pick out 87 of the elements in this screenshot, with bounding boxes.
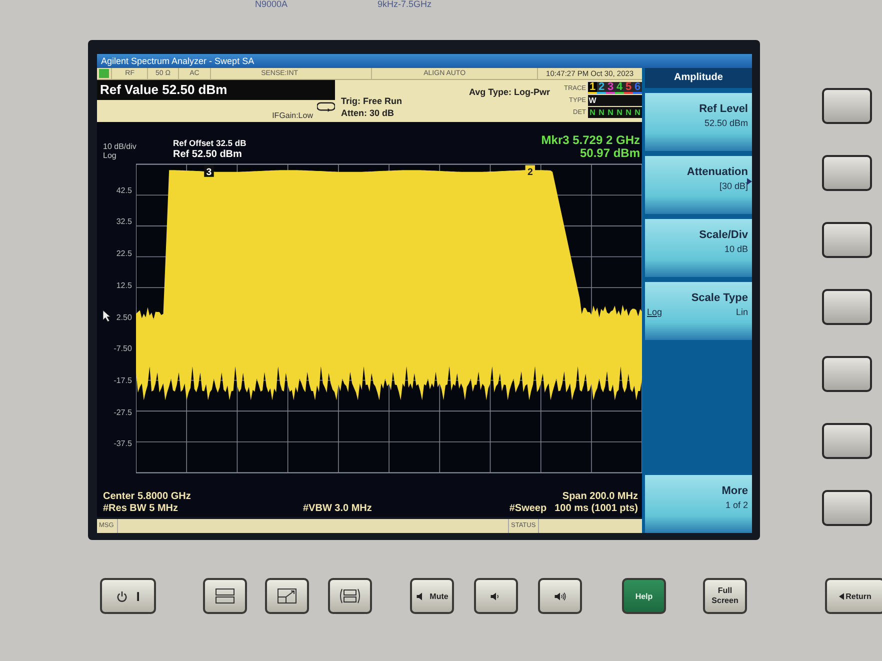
vol-up-button[interactable] xyxy=(538,578,582,614)
softkey-label: Attenuation xyxy=(686,166,748,178)
softkey-button[interactable] xyxy=(822,88,872,124)
ref-level-label: Ref 52.50 dBm xyxy=(173,149,243,160)
trace-number: 2 xyxy=(597,82,606,94)
active-function-field: Ref Value 52.50 dBm xyxy=(97,80,335,100)
sweep-label: #Sweep xyxy=(509,503,547,515)
softkey-button[interactable] xyxy=(822,222,872,258)
trace-number: 4 xyxy=(615,82,624,94)
fit-button[interactable] xyxy=(328,578,372,614)
y-axis-label: -7.50 xyxy=(114,344,132,354)
zoom-window-icon xyxy=(276,588,298,604)
softkey-button[interactable] xyxy=(822,356,872,392)
y-axis-label: -27.5 xyxy=(114,408,132,417)
softkey[interactable]: Scale/Div 10 dB xyxy=(645,219,752,277)
detector-value: N xyxy=(624,106,632,118)
softkey-button[interactable] xyxy=(822,155,872,191)
power-icon xyxy=(116,590,128,602)
scale-label: 10 dB/div xyxy=(103,142,138,151)
detector-value: N xyxy=(598,106,606,118)
mute-button[interactable]: Mute xyxy=(410,578,454,614)
left-arrow-icon xyxy=(838,592,844,600)
softkey-value: 1 of 2 xyxy=(725,500,748,510)
return-button[interactable]: Return xyxy=(825,578,882,614)
softkey-label: More xyxy=(722,485,748,497)
softkey-label: Scale Type xyxy=(691,292,748,304)
y-axis-label: 42.5 xyxy=(116,186,132,195)
softkey-value: [30 dB] xyxy=(719,181,748,191)
window-title: Agilent Spectrum Analyzer - Swept SA xyxy=(101,56,254,66)
y-axis-label: 12.5 xyxy=(116,280,132,290)
attenuation-label: Atten: 30 dB xyxy=(340,107,395,119)
vol-down-button[interactable] xyxy=(474,578,518,614)
marker-frequency: Mkr3 5.729 2 GHz xyxy=(541,134,640,147)
marker-value: 50.97 dBm xyxy=(580,147,640,160)
softkey-button[interactable] xyxy=(822,490,872,526)
power-button[interactable]: I xyxy=(100,578,156,614)
trace-number: 3 xyxy=(606,82,615,94)
softkey-value: 10 dB xyxy=(724,244,748,254)
scale-type-label: Log xyxy=(103,151,118,160)
status-icon xyxy=(99,69,110,78)
detector-value: N xyxy=(634,106,642,118)
y-axis-label: 2.50 xyxy=(116,312,132,322)
softkey[interactable]: Attenuation [30 dB] xyxy=(645,156,752,214)
softkey-label: Ref Level xyxy=(699,103,748,115)
mouse-pointer-icon xyxy=(103,310,111,322)
y-axis-label: 32.5 xyxy=(116,217,132,226)
submenu-arrow-icon xyxy=(747,178,752,185)
softkey-label: Scale/Div xyxy=(699,229,748,241)
menu-title: Amplitude xyxy=(645,68,752,88)
span-label: Span 200.0 MHz xyxy=(562,491,638,503)
softkey-value: 52.50 dBm xyxy=(704,118,748,128)
softkey[interactable]: Scale Type Log Lin xyxy=(645,282,752,340)
trace-number: 1 xyxy=(588,82,597,94)
model-label: N9000A xyxy=(255,0,288,9)
average-type-label: Avg Type: Log-Pwr xyxy=(468,87,550,97)
marker-label: 3 xyxy=(204,165,214,178)
loop-arrow-icon xyxy=(316,101,335,112)
trace-number: 6 xyxy=(633,82,642,94)
text-button[interactable]: Full Screen xyxy=(703,578,747,614)
softkey[interactable]: More 1 of 2 xyxy=(645,475,752,533)
toggle-option: Lin xyxy=(736,307,748,317)
softkey[interactable]: Ref Level 52.50 dBm xyxy=(645,93,752,151)
center-frequency: Center 5.8000 GHz xyxy=(103,491,192,503)
toggle-option: Log xyxy=(647,307,662,317)
sweep-time: 100 ms (1001 pts) xyxy=(554,503,638,515)
y-axis-label: 22.5 xyxy=(116,249,132,258)
split-window-icon xyxy=(214,588,236,604)
softkey-button[interactable] xyxy=(822,289,872,325)
full-window-icon xyxy=(339,588,361,604)
softkey-button[interactable] xyxy=(822,423,872,459)
video-bandwidth: #VBW 3.0 MHz xyxy=(303,503,372,515)
trace-number: 5 xyxy=(624,82,633,94)
detector-value: N xyxy=(616,106,624,118)
detector-value: N xyxy=(606,106,614,118)
ref-offset-label: Ref Offset 32.5 dB xyxy=(173,138,246,149)
split-button[interactable] xyxy=(203,578,247,614)
speaker-icon xyxy=(554,590,566,602)
help-button[interactable]: Help xyxy=(622,578,666,614)
trace-type: W xyxy=(588,96,596,104)
frequency-range-label: 9kHz-7.5GHz xyxy=(378,0,432,9)
if-gain-label: IFGain:Low xyxy=(272,111,313,120)
trigger-label: Trig: Free Run xyxy=(340,95,403,107)
detector-value: N xyxy=(588,106,596,118)
y-axis-label: -37.5 xyxy=(114,439,132,448)
y-axis-label: -17.5 xyxy=(114,376,132,385)
zoom-button[interactable] xyxy=(265,578,309,614)
resolution-bandwidth: #Res BW 5 MHz xyxy=(103,503,180,515)
